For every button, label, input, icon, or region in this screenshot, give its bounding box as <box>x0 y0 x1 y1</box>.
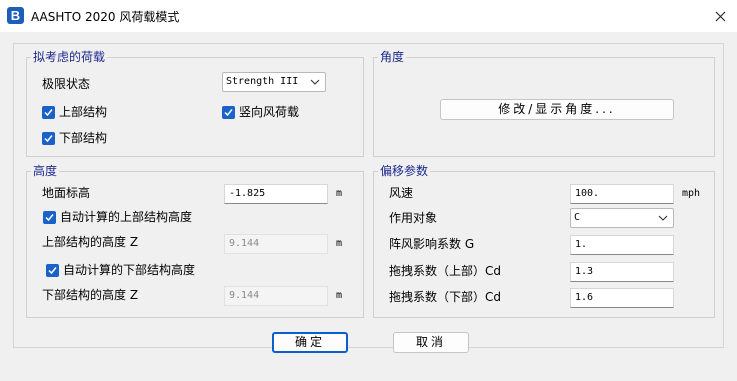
check-icon <box>224 109 233 117</box>
ground-elevation-unit: m <box>336 188 343 199</box>
ground-elevation-input[interactable]: -1.825 <box>224 184 328 204</box>
angle-group-title: 角度 <box>378 49 407 65</box>
app-icon: B <box>7 7 24 24</box>
ground-elevation-label: 地面标高 <box>42 186 91 200</box>
dialog-body: 拟考虑的荷载 极限状态 Strength III 上部结构 竖向风荷载 下部结构… <box>0 32 737 381</box>
gust-factor-input[interactable]: 1. <box>570 235 674 255</box>
target-value: C <box>574 212 581 223</box>
gust-factor-label: 阵风影响系数 G <box>389 237 475 251</box>
offset-group-title: 偏移参数 <box>378 163 431 179</box>
target-label: 作用对象 <box>389 211 438 225</box>
loads-group-title: 拟考虑的荷载 <box>31 49 108 65</box>
drag-upper-input[interactable]: 1.3 <box>570 262 674 282</box>
height-group-title: 高度 <box>31 163 60 179</box>
check-icon <box>48 267 57 275</box>
limit-state-select[interactable]: Strength III <box>222 72 326 92</box>
auto-super-height-label: 自动计算的上部结构高度 <box>60 210 193 224</box>
sub-height-input: 9.144 <box>224 286 328 306</box>
window-title: AASHTO 2020 风荷载模式 <box>31 10 180 24</box>
drag-upper-label: 拖拽系数（上部）Cd <box>389 264 501 278</box>
auto-sub-height-checkbox[interactable] <box>46 264 59 277</box>
drag-lower-input[interactable]: 1.6 <box>570 288 674 308</box>
superstructure-label: 上部结构 <box>59 105 108 119</box>
wind-speed-unit: mph <box>682 188 701 199</box>
limit-state-label: 极限状态 <box>42 77 91 91</box>
check-icon <box>45 214 54 222</box>
substructure-checkbox[interactable] <box>42 132 55 145</box>
sub-height-label: 下部结构的高度 Z <box>42 288 139 302</box>
auto-sub-height-label: 自动计算的下部结构高度 <box>63 263 196 277</box>
cancel-button[interactable]: 取消 <box>393 332 469 353</box>
chevron-down-icon <box>310 79 320 85</box>
superstructure-checkbox[interactable] <box>42 106 55 119</box>
limit-state-value: Strength III <box>226 76 299 87</box>
substructure-label: 下部结构 <box>59 131 108 145</box>
close-button[interactable] <box>705 2 735 30</box>
close-icon <box>715 11 726 22</box>
super-height-unit: m <box>336 238 343 249</box>
drag-lower-label: 拖拽系数（下部）Cd <box>389 290 501 304</box>
vertical-wind-checkbox[interactable] <box>222 106 235 119</box>
wind-speed-input[interactable]: 100. <box>570 184 674 204</box>
super-height-input: 9.144 <box>224 234 328 254</box>
sub-height-unit: m <box>336 290 343 301</box>
wind-speed-label: 风速 <box>389 186 414 200</box>
chevron-down-icon <box>658 215 668 221</box>
check-icon <box>44 109 53 117</box>
modify-angle-button[interactable]: 修改/显示角度... <box>440 99 674 120</box>
target-select[interactable]: C <box>570 208 674 228</box>
auto-super-height-checkbox[interactable] <box>43 211 56 224</box>
vertical-wind-label: 竖向风荷载 <box>239 105 300 119</box>
ok-button[interactable]: 确定 <box>272 332 348 353</box>
title-bar: B AASHTO 2020 风荷载模式 <box>0 0 737 32</box>
check-icon <box>44 135 53 143</box>
super-height-label: 上部结构的高度 Z <box>42 235 139 249</box>
